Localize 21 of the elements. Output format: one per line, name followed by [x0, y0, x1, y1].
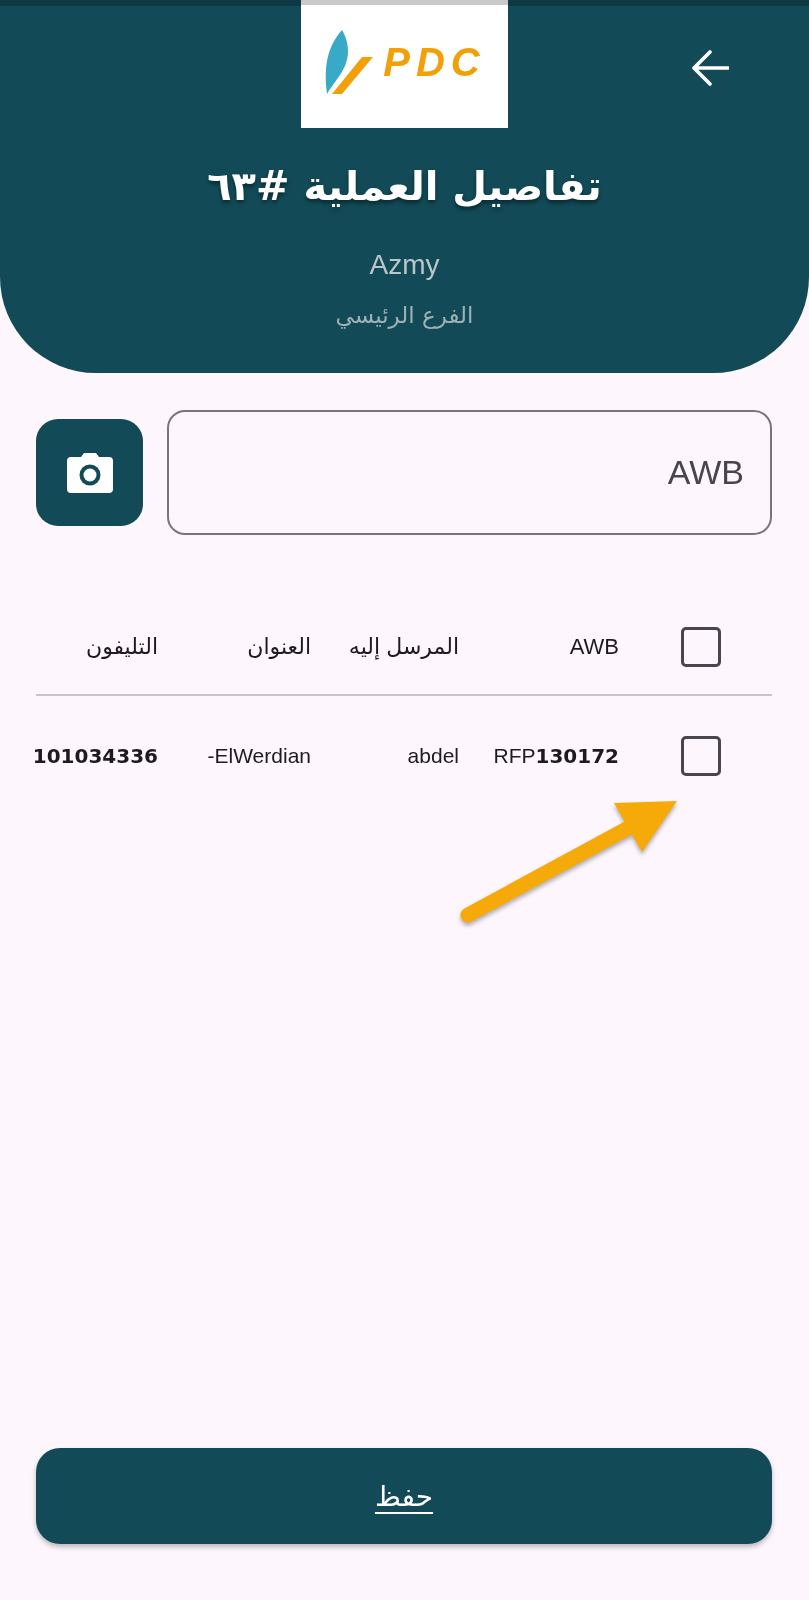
branch-name: الفرع الرئيسي — [335, 301, 474, 330]
user-name: Azmy — [369, 248, 440, 282]
column-header: AWB — [569, 634, 619, 659]
back-button[interactable] — [691, 50, 729, 86]
column-header: العنوان — [247, 634, 311, 659]
table-cell: -ElWerdian — [207, 744, 311, 767]
camera-button[interactable] — [36, 419, 143, 526]
table-cell: RFP130172 — [493, 744, 619, 767]
column-header: التليفون — [85, 634, 158, 659]
row-checkbox[interactable] — [681, 736, 721, 776]
select-all-checkbox[interactable] — [681, 627, 721, 667]
camera-icon — [66, 452, 113, 493]
back-arrow-icon — [691, 50, 729, 86]
column-header: المرسل إليه — [348, 634, 459, 659]
logo-text: PDC — [383, 41, 486, 82]
save-button[interactable]: حفظ — [36, 1448, 772, 1544]
table-cell: abdel — [407, 744, 459, 767]
page-title: تفاصيل العملية #٦٣ — [207, 162, 602, 210]
table-cell: 101034336 — [32, 744, 158, 768]
awb-field[interactable]: AWB — [167, 410, 772, 535]
leaf-logo-icon — [323, 28, 374, 95]
